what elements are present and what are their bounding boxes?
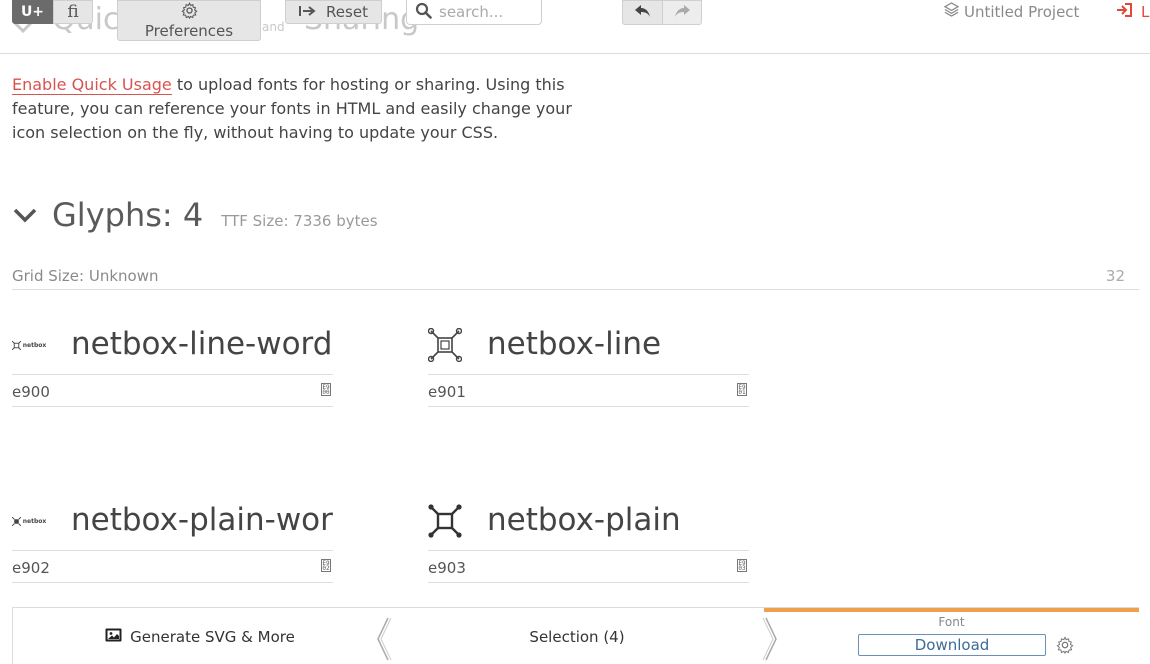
project-selector[interactable]: Untitled Project bbox=[943, 2, 1080, 21]
glyph-card[interactable]: netbox-plain e903 E9 03 bbox=[428, 502, 749, 584]
glyph-code[interactable]: e902 bbox=[12, 559, 50, 577]
codepoint-bottom: 00 bbox=[322, 389, 330, 396]
image-icon bbox=[105, 628, 122, 646]
codepoint-box-icon: E9 02 bbox=[321, 559, 331, 572]
codepoint-bottom: 03 bbox=[738, 565, 746, 572]
codepoint-bottom: 02 bbox=[322, 565, 330, 572]
search-input[interactable] bbox=[439, 3, 531, 21]
glyph-name[interactable]: netbox-plain-wordmark bbox=[71, 502, 333, 538]
glyph-card[interactable]: netbox netbox-line-wordmark e900 E900 bbox=[11, 326, 333, 408]
glyphs-section-header[interactable]: Glyphs: 4 TTF Size: 7336 bytes bbox=[12, 196, 378, 234]
redo-button[interactable] bbox=[662, 0, 702, 25]
glyph-name[interactable]: netbox-plain bbox=[487, 502, 749, 538]
reset-icon bbox=[299, 3, 316, 21]
ttf-size: TTF Size: 7336 bytes bbox=[221, 212, 378, 230]
divider bbox=[428, 550, 749, 551]
mini-logo-label: netbox bbox=[22, 341, 47, 349]
selection-label: Selection (4) bbox=[529, 627, 625, 646]
grid-size-label: Grid Size: Unknown bbox=[12, 267, 159, 285]
netbox-wordmark-small-icon: netbox bbox=[11, 328, 47, 362]
font-label: Font bbox=[938, 615, 965, 629]
mini-logo-label: netbox bbox=[22, 517, 47, 525]
project-label: Untitled Project bbox=[964, 2, 1080, 21]
glyph-code[interactable]: e900 bbox=[12, 383, 50, 401]
undo-icon bbox=[634, 4, 652, 22]
netbox-wordmark-small-icon: netbox bbox=[11, 504, 47, 538]
reset-label: Reset bbox=[326, 3, 368, 21]
netbox-line-icon bbox=[428, 328, 462, 362]
codepoint-bottom: 01 bbox=[738, 389, 746, 396]
glyph-name[interactable]: netbox-line-wordmark bbox=[71, 326, 333, 362]
collapse-chevron-icon[interactable] bbox=[12, 205, 38, 225]
glyph-card[interactable]: netbox-line e901 E9 01 bbox=[428, 326, 749, 408]
grid-size-value[interactable]: 32 bbox=[1106, 267, 1125, 285]
divider bbox=[428, 374, 749, 375]
undo-button[interactable] bbox=[622, 0, 663, 25]
layers-icon bbox=[943, 2, 960, 21]
glyph-code[interactable]: e903 bbox=[428, 559, 466, 577]
glyph-code[interactable]: e901 bbox=[428, 383, 466, 401]
redo-icon bbox=[673, 4, 691, 22]
quick-usage-description: Enable Quick Usage to upload fonts for h… bbox=[12, 73, 582, 145]
codepoint-box-icon: E9 03 bbox=[737, 559, 747, 572]
ligature-toggle-button[interactable]: ﬁ bbox=[53, 0, 93, 24]
top-toolbar: Quic and Sharing U+ ﬁ Preferences Reset bbox=[0, 0, 1150, 54]
divider bbox=[12, 374, 333, 375]
codepoint-box-icon: E9 00 bbox=[321, 383, 331, 396]
divider bbox=[12, 550, 333, 551]
glyphs-title: Glyphs: 4 bbox=[52, 196, 204, 234]
glyph-name[interactable]: netbox-line bbox=[487, 326, 749, 362]
netbox-plain-icon bbox=[428, 504, 462, 538]
grid-size-row: Grid Size: Unknown 32 bbox=[12, 266, 1139, 290]
login-button[interactable]: L bbox=[1116, 2, 1149, 22]
font-tab: Font Download bbox=[764, 608, 1139, 664]
divider bbox=[12, 582, 333, 583]
enable-quick-usage-link[interactable]: Enable Quick Usage bbox=[12, 75, 172, 95]
gear-icon bbox=[180, 2, 198, 23]
gear-icon[interactable] bbox=[1056, 636, 1074, 658]
sign-in-icon bbox=[1116, 2, 1133, 22]
ghost-heading-part-b: and bbox=[262, 20, 285, 34]
preferences-label: Preferences bbox=[144, 22, 234, 40]
divider bbox=[428, 582, 749, 583]
divider bbox=[428, 406, 749, 407]
generate-svg-button[interactable]: Generate SVG & More bbox=[12, 608, 387, 664]
divider bbox=[12, 406, 333, 407]
unicode-toggle-button[interactable]: U+ bbox=[12, 0, 53, 24]
preferences-button[interactable]: Preferences bbox=[117, 0, 261, 41]
glyph-card[interactable]: netbox netbox-plain-wordmark e902 E902 bbox=[11, 502, 333, 584]
search-box[interactable] bbox=[406, 0, 542, 25]
download-button[interactable]: Download bbox=[858, 634, 1046, 656]
bottom-bar: Generate SVG & More Selection (4) Font D… bbox=[12, 607, 1139, 664]
search-icon bbox=[415, 2, 432, 23]
login-label: L bbox=[1141, 3, 1150, 21]
generate-label: Generate SVG & More bbox=[130, 627, 295, 646]
selection-tab[interactable]: Selection (4) bbox=[387, 608, 767, 664]
codepoint-box-icon: E9 01 bbox=[737, 383, 747, 396]
reset-button[interactable]: Reset bbox=[285, 0, 382, 24]
